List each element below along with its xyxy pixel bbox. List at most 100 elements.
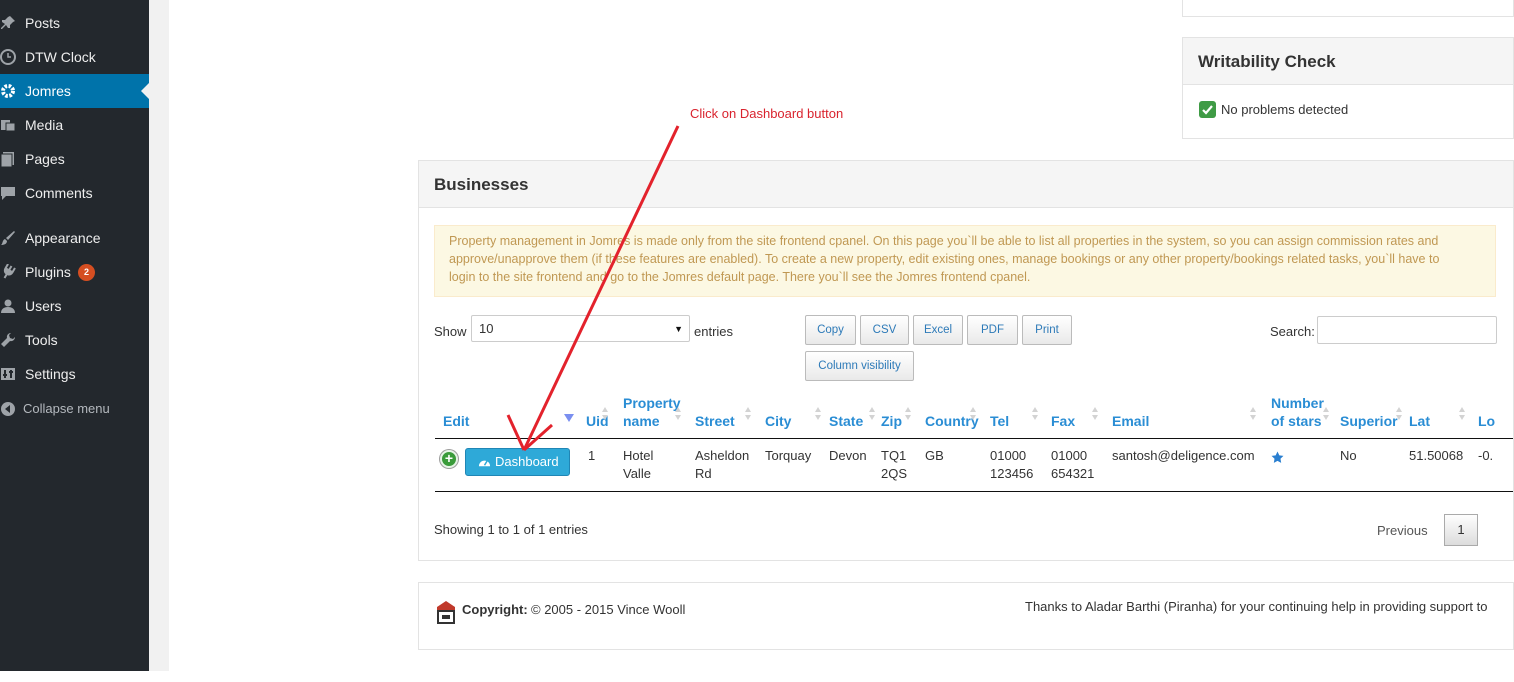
sidebar-item-label: Collapse menu (23, 401, 110, 416)
expand-row-icon[interactable]: + (440, 450, 458, 468)
writability-status: No problems detected (1221, 102, 1349, 117)
sidebar-item-plugins[interactable]: Plugins 2 (0, 255, 149, 289)
sort-icon[interactable] (745, 407, 752, 421)
column-header-zip[interactable]: Zip (881, 412, 902, 430)
copyright-text: © 2005 - 2015 Vince Wooll (531, 602, 686, 617)
sidebar-item-pages[interactable]: Pages (0, 142, 149, 176)
cell-fax: 01000 654321 (1051, 448, 1095, 481)
cell-state: Devon (829, 448, 867, 463)
cell-lat: 51.50068 (1409, 448, 1464, 463)
settings-icon (1, 368, 15, 380)
sidebar-item-label: Media (25, 117, 64, 133)
gear-icon (1, 84, 15, 98)
panel-title: Writability Check (1198, 52, 1336, 71)
clock-icon (0, 49, 16, 65)
cell-city: Torquay (765, 448, 812, 463)
sidebar-item-label: Tools (25, 332, 58, 348)
column-visibility-button[interactable]: Column visibility (805, 351, 914, 381)
sidebar-item-tools[interactable]: Tools (0, 323, 149, 357)
sidebar-item-dtw-clock[interactable]: DTW Clock (0, 40, 149, 74)
print-button[interactable]: Print (1022, 315, 1072, 345)
sort-icon[interactable] (905, 407, 912, 421)
copy-button[interactable]: Copy (805, 315, 856, 345)
column-header-state[interactable]: State (829, 412, 863, 430)
sort-icon[interactable] (1250, 407, 1257, 421)
sort-icon[interactable] (869, 407, 876, 421)
page-1-button[interactable]: 1 (1444, 514, 1478, 546)
update-count-badge: 2 (78, 264, 95, 281)
previous-page-button[interactable]: Previous (1377, 523, 1428, 538)
sort-icon[interactable] (815, 407, 822, 421)
cell-lon: -0. (1478, 448, 1494, 463)
sort-icon[interactable] (1459, 407, 1466, 421)
sidebar-item-posts[interactable]: Posts (0, 6, 149, 40)
sort-icon[interactable] (1032, 407, 1039, 421)
panel-header: Writability Check (1183, 38, 1513, 85)
sidebar-item-label: Plugins (25, 264, 71, 280)
column-header-lon[interactable]: Lo (1478, 412, 1495, 430)
column-header-lat[interactable]: Lat (1409, 412, 1430, 430)
pdf-button[interactable]: PDF (967, 315, 1018, 345)
cell-zip: TQ1 2QS (881, 448, 908, 481)
wrench-icon (1, 332, 16, 347)
cell-tel: 01000 123456 (990, 448, 1034, 481)
sidebar-item-users[interactable]: Users (0, 289, 149, 323)
column-header-number-of-stars[interactable]: Number of stars (1271, 394, 1326, 430)
sidebar-item-media[interactable]: Media (0, 108, 149, 142)
annotation-arrow-icon (506, 125, 680, 452)
column-header-edit[interactable]: Edit (443, 412, 469, 430)
collapse-menu-button[interactable]: Collapse menu (0, 392, 149, 426)
sort-icon[interactable] (1323, 407, 1330, 421)
table-info: Showing 1 to 1 of 1 entries (434, 522, 588, 537)
column-header-email[interactable]: Email (1112, 412, 1149, 430)
writability-panel: Writability Check No problems detected (1182, 37, 1514, 139)
cell-country: GB (925, 448, 944, 463)
column-header-superior[interactable]: Superior (1340, 412, 1398, 430)
page-bottom (0, 671, 1514, 682)
cell-superior: No (1340, 448, 1357, 463)
search-input[interactable] (1317, 316, 1497, 344)
column-header-street[interactable]: Street (695, 412, 735, 430)
check-icon (1199, 101, 1216, 118)
sidebar-item-label: Appearance (25, 230, 101, 246)
sidebar-item-label: Posts (25, 15, 61, 31)
sidebar-item-label: Users (25, 298, 62, 314)
sidebar-item-comments[interactable]: Comments (0, 176, 149, 210)
annotation-text: Click on Dashboard button (690, 106, 844, 121)
table-bottom-divider (435, 491, 1513, 492)
sort-icon[interactable] (1396, 407, 1403, 421)
plug-icon (3, 264, 16, 279)
sidebar-item-label: Jomres (25, 83, 71, 99)
sort-icon[interactable] (1092, 407, 1099, 421)
sort-icon[interactable] (970, 407, 977, 421)
show-label: Show (434, 324, 467, 339)
sidebar-item-jomres[interactable]: Jomres (0, 74, 149, 108)
collapse-icon (1, 402, 15, 416)
column-header-tel[interactable]: Tel (990, 412, 1009, 430)
media-icon (1, 120, 16, 132)
sidebar-item-label: Settings (25, 366, 76, 382)
cell-street: Asheldon Rd (695, 448, 750, 481)
sidebar-item-settings[interactable]: Settings (0, 357, 149, 391)
pin-icon (1, 16, 15, 29)
user-icon (1, 299, 15, 313)
csv-button[interactable]: CSV (860, 315, 909, 345)
copyright-label: Copyright: (462, 602, 528, 617)
admin-sidebar: Posts DTW Clock Jomres Media Pages Comme… (0, 0, 149, 671)
comment-icon (1, 187, 15, 200)
entries-value: 10 (479, 321, 494, 336)
cell-email: santosh@deligence.com (1112, 448, 1255, 463)
content-gutter (149, 0, 169, 671)
top-panel-stub (1182, 0, 1514, 17)
excel-button[interactable]: Excel (913, 315, 963, 345)
sidebar-item-label: DTW Clock (25, 49, 96, 65)
dashboard-icon (478, 460, 491, 467)
search-label: Search: (1270, 324, 1315, 339)
thanks-text: Thanks to Aladar Barthi (Piranha) for yo… (1025, 599, 1488, 614)
jomres-logo-icon (437, 601, 455, 624)
sidebar-item-appearance[interactable]: Appearance (0, 221, 149, 255)
footer-panel: Copyright: © 2005 - 2015 Vince Wooll Tha… (418, 582, 1514, 650)
sidebar-item-label: Pages (25, 151, 65, 167)
column-header-city[interactable]: City (765, 412, 791, 430)
column-header-fax[interactable]: Fax (1051, 412, 1075, 430)
